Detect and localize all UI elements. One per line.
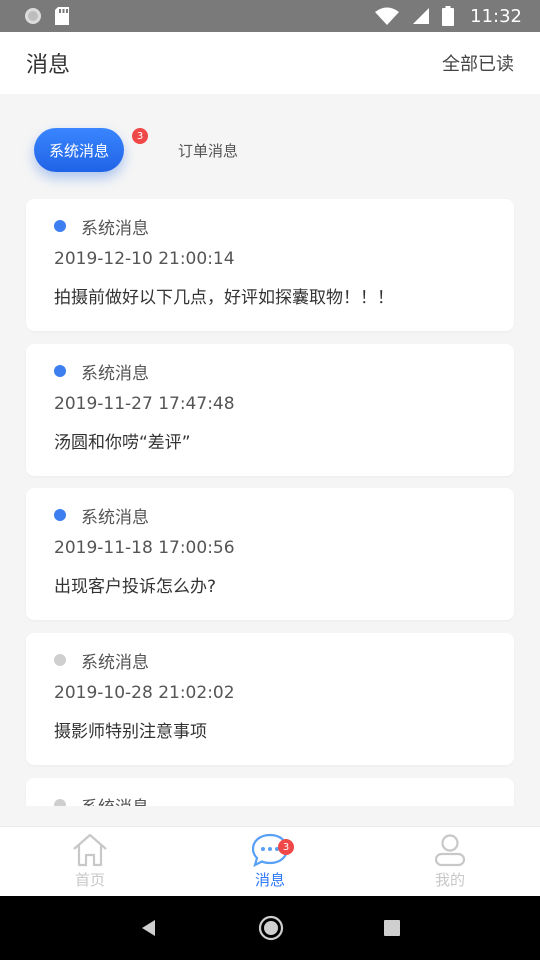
unread-dot: [54, 509, 66, 521]
tab-system-messages-label: 系统消息: [48, 141, 109, 160]
tab-messages-label: 消息: [254, 871, 285, 889]
bottom-tab-bar: 首页 消息 3 我的: [0, 826, 540, 896]
message-card[interactable]: 系统消息 2019-10-28 21:02:02 摄影师特别注意事项: [26, 633, 514, 765]
signal-icon: [413, 8, 430, 24]
message-card[interactable]: 系统消息 2019-11-27 17:47:48 汤圆和你唠“差评”: [26, 344, 514, 476]
tab-messages[interactable]: 消息 3: [220, 833, 320, 893]
message-time: 2019-12-10 21:00:14: [54, 249, 235, 269]
message-time: 2019-10-28 21:02:02: [54, 683, 235, 703]
back-icon[interactable]: [139, 918, 159, 938]
message-title: 系统消息: [81, 652, 149, 673]
wifi-icon: [375, 7, 400, 25]
message-title: 系统消息: [81, 218, 149, 239]
read-dot: [54, 799, 66, 806]
home-icon: [73, 833, 107, 867]
message-card[interactable]: 系统消息: [26, 778, 514, 806]
message-list-area[interactable]: 系统消息 3 订单消息 系统消息 2019-12-10 21:00:14 拍摄前…: [0, 94, 540, 806]
header: 消息 全部已读: [0, 32, 540, 94]
tab-mine-label: 我的: [434, 871, 465, 889]
tab-home-label: 首页: [74, 871, 105, 889]
message-text: 摄影师特别注意事项: [54, 722, 207, 742]
sd-card-icon: [55, 7, 69, 25]
system-navigation-bar: [0, 896, 540, 960]
notification-dot-icon: [25, 8, 41, 24]
tab-system-messages[interactable]: 系统消息: [34, 128, 124, 172]
system-messages-badge: 3: [132, 128, 148, 144]
message-title: 系统消息: [81, 793, 149, 807]
messages-badge: 3: [278, 839, 294, 855]
unread-dot: [54, 220, 66, 232]
battery-icon: [442, 6, 455, 26]
status-time: 11:32: [470, 5, 522, 27]
tab-home[interactable]: 首页: [40, 833, 140, 893]
message-text: 拍摄前做好以下几点，好评如探囊取物！！！: [54, 288, 394, 308]
message-title: 系统消息: [81, 507, 149, 528]
message-card[interactable]: 系统消息 2019-12-10 21:00:14 拍摄前做好以下几点，好评如探囊…: [26, 199, 514, 331]
mark-all-read-button[interactable]: 全部已读: [442, 50, 514, 76]
message-time: 2019-11-27 17:47:48: [54, 394, 235, 414]
tab-order-messages[interactable]: 订单消息: [178, 140, 238, 161]
read-dot: [54, 654, 66, 666]
message-text: 出现客户投诉怎么办?: [54, 577, 217, 597]
message-tabs: 系统消息 3 订单消息: [34, 128, 514, 178]
message-card[interactable]: 系统消息 2019-11-18 17:00:56 出现客户投诉怎么办?: [26, 488, 514, 620]
message-title: 系统消息: [81, 363, 149, 384]
user-icon: [434, 834, 466, 867]
unread-dot: [54, 365, 66, 377]
message-time: 2019-11-18 17:00:56: [54, 538, 235, 558]
page-title: 消息: [26, 53, 71, 78]
message-text: 汤圆和你唠“差评”: [54, 433, 191, 453]
tab-mine[interactable]: 我的: [400, 833, 500, 893]
recents-icon[interactable]: [383, 919, 401, 937]
status-bar: 11:32: [0, 0, 540, 32]
home-button-icon[interactable]: [258, 915, 284, 941]
